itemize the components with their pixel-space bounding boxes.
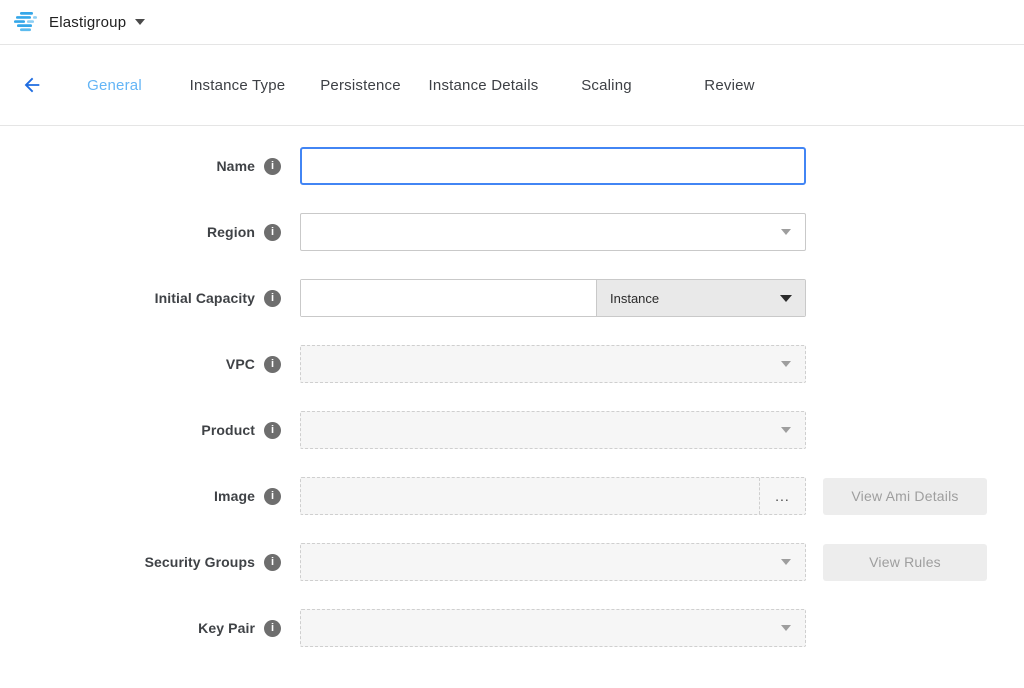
view-ami-details-button[interactable]: View Ami Details (823, 478, 987, 515)
info-icon[interactable]: i (264, 356, 281, 373)
info-icon[interactable]: i (264, 290, 281, 307)
capacity-unit-value: Instance (610, 291, 659, 306)
chevron-down-icon (781, 559, 791, 565)
view-rules-button[interactable]: View Rules (823, 544, 987, 581)
form-row-product: Product i (0, 411, 1024, 449)
security-groups-select[interactable] (300, 543, 806, 581)
image-input[interactable] (301, 478, 759, 514)
info-icon[interactable]: i (264, 620, 281, 637)
app-name: Elastigroup (49, 14, 126, 31)
key-pair-label: Key Pair (198, 620, 255, 636)
tab-instance-type[interactable]: Instance Type (176, 77, 299, 94)
image-field: ... (300, 477, 806, 515)
top-bar: Elastigroup (0, 0, 1024, 45)
tab-general[interactable]: General (53, 77, 176, 94)
product-select[interactable] (300, 411, 806, 449)
back-arrow-icon[interactable] (20, 73, 44, 97)
tab-persistence[interactable]: Persistence (299, 77, 422, 94)
image-label: Image (214, 488, 255, 504)
app-switcher-caret-icon (135, 19, 145, 25)
info-icon[interactable]: i (264, 158, 281, 175)
image-browse-button[interactable]: ... (759, 478, 805, 514)
tab-instance-details[interactable]: Instance Details (422, 77, 545, 94)
chevron-down-icon (781, 361, 791, 367)
form-row-vpc: VPC i (0, 345, 1024, 383)
vpc-label: VPC (226, 356, 255, 372)
region-select[interactable] (300, 213, 806, 251)
key-pair-select[interactable] (300, 609, 806, 647)
wizard-tabs: General Instance Type Persistence Instan… (53, 77, 791, 94)
tab-scaling[interactable]: Scaling (545, 77, 668, 94)
form-row-name: Name i (0, 147, 1024, 185)
initial-capacity-input[interactable] (301, 280, 596, 316)
name-label: Name (216, 158, 255, 174)
form-row-security-groups: Security Groups i View Rules (0, 543, 1024, 581)
wizard-tab-bar: General Instance Type Persistence Instan… (0, 45, 1024, 126)
elastigroup-logo-icon (14, 11, 39, 33)
security-groups-label: Security Groups (145, 554, 255, 570)
vpc-select[interactable] (300, 345, 806, 383)
name-input[interactable] (300, 147, 806, 185)
capacity-unit-select[interactable]: Instance (596, 280, 805, 316)
info-icon[interactable]: i (264, 224, 281, 241)
region-label: Region (207, 224, 255, 240)
form-row-image: Image i ... View Ami Details (0, 477, 1024, 515)
form-row-region: Region i (0, 213, 1024, 251)
info-icon[interactable]: i (264, 422, 281, 439)
info-icon[interactable]: i (264, 488, 281, 505)
general-settings-form: Name i Region i Initial Capacity i (0, 126, 1024, 647)
chevron-down-icon (780, 295, 792, 302)
form-row-key-pair: Key Pair i (0, 609, 1024, 647)
initial-capacity-label: Initial Capacity (155, 290, 255, 306)
tab-review[interactable]: Review (668, 77, 791, 94)
chevron-down-icon (781, 625, 791, 631)
app-switcher-dropdown[interactable]: Elastigroup (14, 11, 145, 33)
chevron-down-icon (781, 229, 791, 235)
chevron-down-icon (781, 427, 791, 433)
info-icon[interactable]: i (264, 554, 281, 571)
product-label: Product (201, 422, 255, 438)
form-row-initial-capacity: Initial Capacity i Instance (0, 279, 1024, 317)
